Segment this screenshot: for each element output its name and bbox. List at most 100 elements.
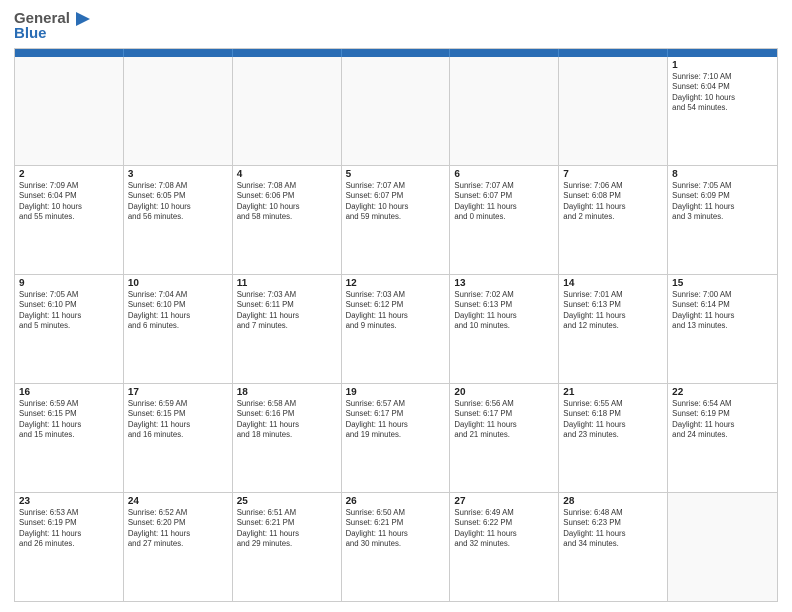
day-number-13: 13 bbox=[454, 278, 554, 289]
day-number-19: 19 bbox=[346, 387, 446, 398]
header-saturday bbox=[668, 49, 777, 57]
day-number-26: 26 bbox=[346, 496, 446, 507]
logo-blue-text: Blue bbox=[14, 26, 90, 42]
day-number-21: 21 bbox=[563, 387, 663, 398]
cell-info-22: Sunrise: 6:54 AM Sunset: 6:19 PM Dayligh… bbox=[672, 399, 773, 441]
cell-info-20: Sunrise: 6:56 AM Sunset: 6:17 PM Dayligh… bbox=[454, 399, 554, 441]
cal-cell-w5-d2: 24Sunrise: 6:52 AM Sunset: 6:20 PM Dayli… bbox=[124, 493, 233, 601]
day-number-15: 15 bbox=[672, 278, 773, 289]
cell-info-25: Sunrise: 6:51 AM Sunset: 6:21 PM Dayligh… bbox=[237, 508, 337, 550]
cell-info-2: Sunrise: 7:09 AM Sunset: 6:04 PM Dayligh… bbox=[19, 181, 119, 223]
cal-cell-w1-d7: 1Sunrise: 7:10 AM Sunset: 6:04 PM Daylig… bbox=[668, 57, 777, 165]
cal-cell-w4-d1: 16Sunrise: 6:59 AM Sunset: 6:15 PM Dayli… bbox=[15, 384, 124, 492]
cell-info-16: Sunrise: 6:59 AM Sunset: 6:15 PM Dayligh… bbox=[19, 399, 119, 441]
cell-info-19: Sunrise: 6:57 AM Sunset: 6:17 PM Dayligh… bbox=[346, 399, 446, 441]
day-number-4: 4 bbox=[237, 169, 337, 180]
logo: General Blue bbox=[14, 10, 90, 42]
calendar-header bbox=[15, 49, 777, 57]
calendar-week-4: 16Sunrise: 6:59 AM Sunset: 6:15 PM Dayli… bbox=[15, 383, 777, 492]
cal-cell-w2-d6: 7Sunrise: 7:06 AM Sunset: 6:08 PM Daylig… bbox=[559, 166, 668, 274]
cal-cell-w1-d1 bbox=[15, 57, 124, 165]
cal-cell-w1-d5 bbox=[450, 57, 559, 165]
cal-cell-w5-d5: 27Sunrise: 6:49 AM Sunset: 6:22 PM Dayli… bbox=[450, 493, 559, 601]
day-number-20: 20 bbox=[454, 387, 554, 398]
day-number-7: 7 bbox=[563, 169, 663, 180]
calendar-week-2: 2Sunrise: 7:09 AM Sunset: 6:04 PM Daylig… bbox=[15, 165, 777, 274]
cell-info-6: Sunrise: 7:07 AM Sunset: 6:07 PM Dayligh… bbox=[454, 181, 554, 223]
cal-cell-w5-d6: 28Sunrise: 6:48 AM Sunset: 6:23 PM Dayli… bbox=[559, 493, 668, 601]
cell-info-24: Sunrise: 6:52 AM Sunset: 6:20 PM Dayligh… bbox=[128, 508, 228, 550]
cal-cell-w2-d1: 2Sunrise: 7:09 AM Sunset: 6:04 PM Daylig… bbox=[15, 166, 124, 274]
cell-info-11: Sunrise: 7:03 AM Sunset: 6:11 PM Dayligh… bbox=[237, 290, 337, 332]
cal-cell-w5-d1: 23Sunrise: 6:53 AM Sunset: 6:19 PM Dayli… bbox=[15, 493, 124, 601]
day-number-27: 27 bbox=[454, 496, 554, 507]
cal-cell-w3-d6: 14Sunrise: 7:01 AM Sunset: 6:13 PM Dayli… bbox=[559, 275, 668, 383]
cal-cell-w1-d2 bbox=[124, 57, 233, 165]
day-number-14: 14 bbox=[563, 278, 663, 289]
day-number-12: 12 bbox=[346, 278, 446, 289]
header-sunday bbox=[15, 49, 124, 57]
cell-info-17: Sunrise: 6:59 AM Sunset: 6:15 PM Dayligh… bbox=[128, 399, 228, 441]
cell-info-9: Sunrise: 7:05 AM Sunset: 6:10 PM Dayligh… bbox=[19, 290, 119, 332]
cell-info-10: Sunrise: 7:04 AM Sunset: 6:10 PM Dayligh… bbox=[128, 290, 228, 332]
cell-info-1: Sunrise: 7:10 AM Sunset: 6:04 PM Dayligh… bbox=[672, 72, 773, 114]
cal-cell-w4-d5: 20Sunrise: 6:56 AM Sunset: 6:17 PM Dayli… bbox=[450, 384, 559, 492]
cal-cell-w5-d3: 25Sunrise: 6:51 AM Sunset: 6:21 PM Dayli… bbox=[233, 493, 342, 601]
page: General Blue 1Sunrise: 7:10 AM Sunset: 6… bbox=[0, 0, 792, 612]
cell-info-8: Sunrise: 7:05 AM Sunset: 6:09 PM Dayligh… bbox=[672, 181, 773, 223]
day-number-18: 18 bbox=[237, 387, 337, 398]
cal-cell-w3-d1: 9Sunrise: 7:05 AM Sunset: 6:10 PM Daylig… bbox=[15, 275, 124, 383]
header-wednesday bbox=[342, 49, 451, 57]
cell-info-21: Sunrise: 6:55 AM Sunset: 6:18 PM Dayligh… bbox=[563, 399, 663, 441]
cell-info-13: Sunrise: 7:02 AM Sunset: 6:13 PM Dayligh… bbox=[454, 290, 554, 332]
cal-cell-w2-d7: 8Sunrise: 7:05 AM Sunset: 6:09 PM Daylig… bbox=[668, 166, 777, 274]
cal-cell-w3-d2: 10Sunrise: 7:04 AM Sunset: 6:10 PM Dayli… bbox=[124, 275, 233, 383]
cal-cell-w4-d6: 21Sunrise: 6:55 AM Sunset: 6:18 PM Dayli… bbox=[559, 384, 668, 492]
cal-cell-w2-d4: 5Sunrise: 7:07 AM Sunset: 6:07 PM Daylig… bbox=[342, 166, 451, 274]
header-friday bbox=[559, 49, 668, 57]
cal-cell-w3-d3: 11Sunrise: 7:03 AM Sunset: 6:11 PM Dayli… bbox=[233, 275, 342, 383]
day-number-23: 23 bbox=[19, 496, 119, 507]
cell-info-3: Sunrise: 7:08 AM Sunset: 6:05 PM Dayligh… bbox=[128, 181, 228, 223]
day-number-28: 28 bbox=[563, 496, 663, 507]
cell-info-4: Sunrise: 7:08 AM Sunset: 6:06 PM Dayligh… bbox=[237, 181, 337, 223]
cell-info-26: Sunrise: 6:50 AM Sunset: 6:21 PM Dayligh… bbox=[346, 508, 446, 550]
cell-info-28: Sunrise: 6:48 AM Sunset: 6:23 PM Dayligh… bbox=[563, 508, 663, 550]
cal-cell-w2-d2: 3Sunrise: 7:08 AM Sunset: 6:05 PM Daylig… bbox=[124, 166, 233, 274]
header: General Blue bbox=[14, 10, 778, 42]
calendar: 1Sunrise: 7:10 AM Sunset: 6:04 PM Daylig… bbox=[14, 48, 778, 602]
cal-cell-w1-d3 bbox=[233, 57, 342, 165]
calendar-body: 1Sunrise: 7:10 AM Sunset: 6:04 PM Daylig… bbox=[15, 57, 777, 601]
cal-cell-w4-d7: 22Sunrise: 6:54 AM Sunset: 6:19 PM Dayli… bbox=[668, 384, 777, 492]
day-number-24: 24 bbox=[128, 496, 228, 507]
cal-cell-w5-d4: 26Sunrise: 6:50 AM Sunset: 6:21 PM Dayli… bbox=[342, 493, 451, 601]
cell-info-27: Sunrise: 6:49 AM Sunset: 6:22 PM Dayligh… bbox=[454, 508, 554, 550]
day-number-16: 16 bbox=[19, 387, 119, 398]
day-number-8: 8 bbox=[672, 169, 773, 180]
day-number-22: 22 bbox=[672, 387, 773, 398]
cell-info-15: Sunrise: 7:00 AM Sunset: 6:14 PM Dayligh… bbox=[672, 290, 773, 332]
cal-cell-w4-d3: 18Sunrise: 6:58 AM Sunset: 6:16 PM Dayli… bbox=[233, 384, 342, 492]
cell-info-18: Sunrise: 6:58 AM Sunset: 6:16 PM Dayligh… bbox=[237, 399, 337, 441]
calendar-week-5: 23Sunrise: 6:53 AM Sunset: 6:19 PM Dayli… bbox=[15, 492, 777, 601]
day-number-17: 17 bbox=[128, 387, 228, 398]
calendar-week-1: 1Sunrise: 7:10 AM Sunset: 6:04 PM Daylig… bbox=[15, 57, 777, 165]
cal-cell-w5-d7 bbox=[668, 493, 777, 601]
day-number-9: 9 bbox=[19, 278, 119, 289]
cal-cell-w2-d3: 4Sunrise: 7:08 AM Sunset: 6:06 PM Daylig… bbox=[233, 166, 342, 274]
cell-info-5: Sunrise: 7:07 AM Sunset: 6:07 PM Dayligh… bbox=[346, 181, 446, 223]
cal-cell-w4-d2: 17Sunrise: 6:59 AM Sunset: 6:15 PM Dayli… bbox=[124, 384, 233, 492]
cell-info-7: Sunrise: 7:06 AM Sunset: 6:08 PM Dayligh… bbox=[563, 181, 663, 223]
cal-cell-w2-d5: 6Sunrise: 7:07 AM Sunset: 6:07 PM Daylig… bbox=[450, 166, 559, 274]
cell-info-12: Sunrise: 7:03 AM Sunset: 6:12 PM Dayligh… bbox=[346, 290, 446, 332]
day-number-10: 10 bbox=[128, 278, 228, 289]
cal-cell-w3-d7: 15Sunrise: 7:00 AM Sunset: 6:14 PM Dayli… bbox=[668, 275, 777, 383]
cell-info-23: Sunrise: 6:53 AM Sunset: 6:19 PM Dayligh… bbox=[19, 508, 119, 550]
cal-cell-w3-d5: 13Sunrise: 7:02 AM Sunset: 6:13 PM Dayli… bbox=[450, 275, 559, 383]
logo-arrow-icon bbox=[72, 10, 90, 28]
cal-cell-w4-d4: 19Sunrise: 6:57 AM Sunset: 6:17 PM Dayli… bbox=[342, 384, 451, 492]
day-number-2: 2 bbox=[19, 169, 119, 180]
day-number-25: 25 bbox=[237, 496, 337, 507]
cell-info-14: Sunrise: 7:01 AM Sunset: 6:13 PM Dayligh… bbox=[563, 290, 663, 332]
day-number-3: 3 bbox=[128, 169, 228, 180]
